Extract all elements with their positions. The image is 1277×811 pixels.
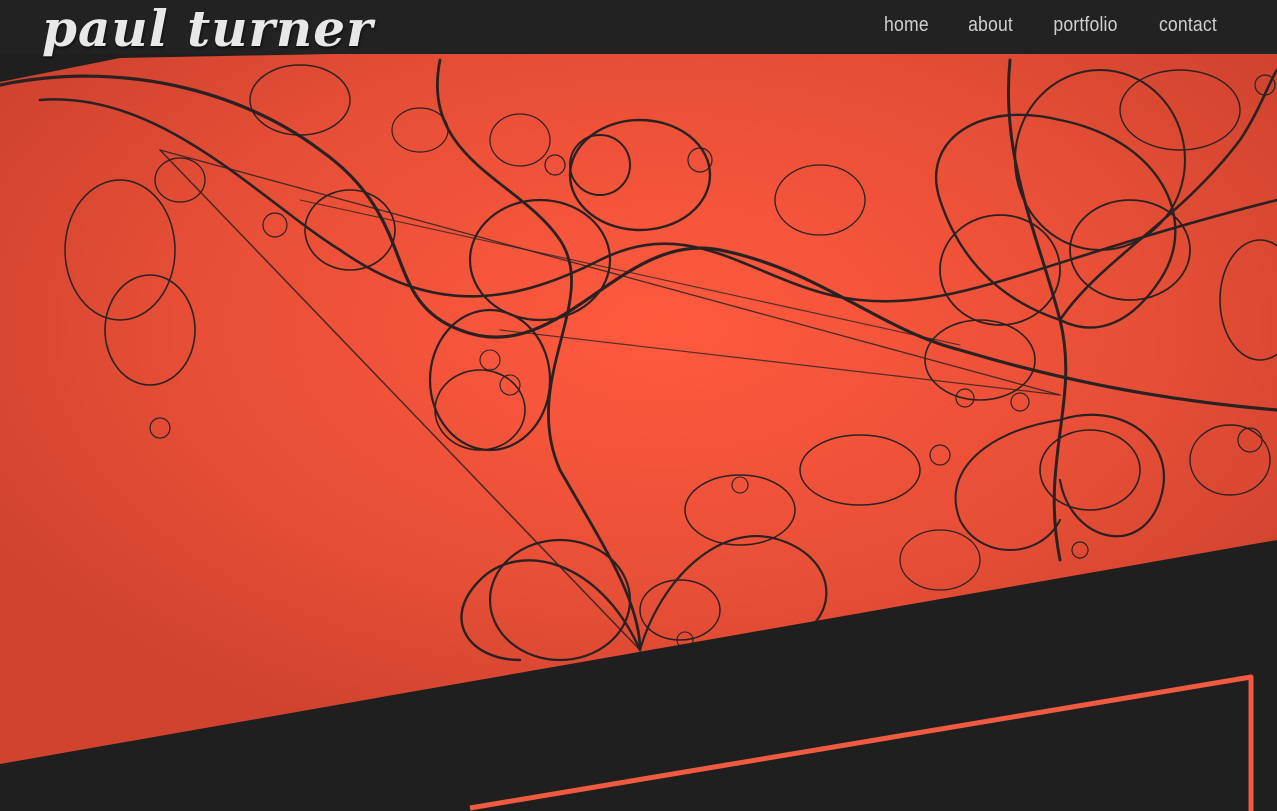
site-logo[interactable]: paul turner [42, 0, 373, 64]
nav-portfolio-link[interactable]: portfolio [1054, 14, 1118, 37]
nav-home-link[interactable]: home [884, 14, 929, 37]
nav-contact-link[interactable]: contact [1159, 14, 1217, 37]
main-nav: home about portfolio contact [881, 14, 1221, 37]
hero-banner [0, 0, 1277, 811]
nav-about-link[interactable]: about [968, 14, 1013, 37]
page: home about portfolio contact paul turner [0, 0, 1277, 811]
hero-artwork [0, 36, 1277, 764]
